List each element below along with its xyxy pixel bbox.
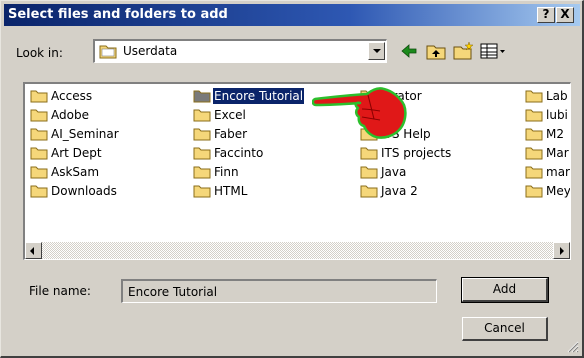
folder-icon [525, 128, 543, 141]
file-label: Java 2 [381, 184, 418, 198]
folder-icon [30, 128, 48, 141]
file-label: AskSam [51, 165, 100, 179]
scroll-right-button[interactable] [553, 242, 570, 259]
folder-icon [360, 166, 378, 179]
file-label: mar [546, 165, 570, 179]
title-bar[interactable]: Select files and folders to add ? X [4, 4, 580, 26]
folder-icon [30, 166, 48, 179]
view-menu-icon[interactable] [479, 41, 507, 61]
file-label: Encore Tutorial [213, 88, 305, 104]
folder-icon [99, 45, 117, 59]
folder-icon [525, 147, 543, 160]
scroll-left-button[interactable] [25, 242, 42, 259]
file-label: Java [381, 165, 407, 179]
folder-icon [360, 185, 378, 198]
file-dialog: Select files and folders to add ? X Look… [0, 0, 584, 358]
file-label: HTML [214, 184, 248, 198]
horizontal-scrollbar[interactable] [25, 242, 570, 259]
file-label: Access [51, 89, 93, 103]
file-label: Mey [546, 184, 571, 198]
file-label: lubi [546, 108, 568, 122]
folder-icon [30, 90, 48, 103]
folder-icon [30, 147, 48, 160]
new-folder-icon[interactable] [452, 41, 474, 61]
file-label: Art Dept [51, 146, 102, 160]
pointing-hand-icon [312, 87, 407, 139]
back-arrow-icon[interactable] [398, 41, 420, 61]
look-in-value: Userdata [123, 44, 178, 58]
file-label: Mar [546, 146, 569, 160]
dialog-title: Select files and folders to add [8, 7, 228, 22]
folder-icon [525, 109, 543, 122]
close-button[interactable]: X [556, 7, 574, 23]
add-button[interactable]: Add [461, 277, 549, 303]
folder-icon [193, 166, 211, 179]
file-label: Excel [214, 108, 246, 122]
file-label: Finn [214, 165, 239, 179]
folder-icon [360, 147, 378, 160]
file-name-input[interactable] [121, 279, 437, 303]
folder-icon [193, 185, 211, 198]
look-in-combo[interactable]: Userdata [93, 39, 387, 63]
file-label: M2 [546, 127, 564, 141]
file-label: Faber [214, 127, 248, 141]
file-name-label: File name: [29, 284, 91, 298]
file-label: Faccinto [214, 146, 264, 160]
folder-icon [525, 90, 543, 103]
help-button[interactable]: ? [537, 7, 555, 23]
file-label: Downloads [51, 184, 117, 198]
file-label: Adobe [51, 108, 89, 122]
cancel-button[interactable]: Cancel [462, 317, 548, 341]
folder-icon [30, 185, 48, 198]
look-in-dropdown-button[interactable] [368, 42, 385, 60]
file-label: Lab [546, 89, 568, 103]
resize-grip[interactable] [566, 340, 579, 353]
look-in-label: Look in: [16, 46, 63, 60]
up-folder-icon[interactable] [425, 41, 447, 61]
folder-icon [30, 109, 48, 122]
file-list[interactable]: Access Adobe AI_Seminar Art Dept AskSam Downl… [23, 82, 571, 260]
folder-icon [193, 128, 211, 141]
folder-icon [193, 90, 211, 103]
file-label: ITS projects [381, 146, 452, 160]
folder-icon [193, 109, 211, 122]
folder-icon [525, 185, 543, 198]
file-label: AI_Seminar [51, 127, 119, 141]
folder-icon [525, 166, 543, 179]
folder-icon [193, 147, 211, 160]
